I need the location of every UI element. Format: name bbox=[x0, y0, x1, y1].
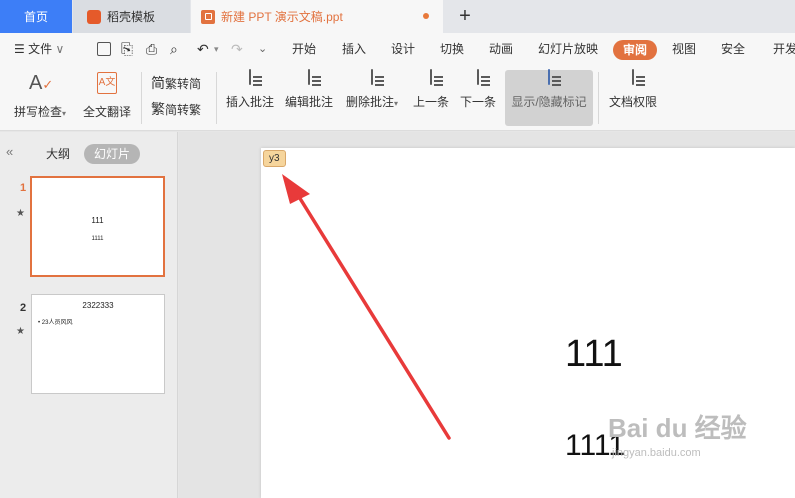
unsaved-dot-icon bbox=[423, 13, 429, 19]
print-icon[interactable]: ⎙ bbox=[146, 33, 157, 66]
menu-review[interactable]: 审阅 bbox=[613, 40, 658, 60]
thumb-bullet: • 23人员风风 bbox=[38, 320, 73, 326]
redo-icon[interactable]: ↷ bbox=[231, 33, 243, 66]
trad-simp-icon: 简 bbox=[151, 75, 165, 91]
comment-marker[interactable]: y3 bbox=[263, 150, 286, 167]
collapse-panel-icon[interactable]: « bbox=[6, 144, 13, 159]
title-bar: 首页 稻壳模板 新建 PPT 演示文稿.ppt + bbox=[0, 0, 795, 33]
document-rights-button[interactable]: 文档权限 bbox=[606, 69, 660, 126]
thumb-title: 111 bbox=[91, 216, 104, 225]
customize-chevron-icon[interactable]: ⌄ bbox=[258, 33, 267, 66]
slide-number: 1 bbox=[20, 182, 27, 194]
prev-comment-icon bbox=[430, 69, 432, 85]
translate-icon: A文 bbox=[97, 72, 117, 94]
slide-thumbnail[interactable]: 2322333 • 23人员风风 bbox=[31, 294, 165, 394]
insert-comment-icon bbox=[249, 69, 251, 85]
baidu-watermark: Bai du 经验 jingyan.baidu.com bbox=[608, 408, 747, 459]
thumb-title: 2322333 bbox=[82, 301, 114, 310]
file-menu-label: 文件 bbox=[28, 42, 53, 56]
menu-design[interactable]: 设计 bbox=[391, 33, 415, 66]
undo-dropdown-icon[interactable]: ▾ bbox=[214, 33, 219, 66]
menu-bar: ☰ 文件 ∨ ⎘ ⎙ ⌕ ↶ ▾ ↷ ⌄ 开始 插入 设计 切换 动画 幻灯片放… bbox=[0, 33, 795, 66]
trad-to-simp-label: 繁转简 bbox=[165, 77, 202, 91]
tab-home[interactable]: 首页 bbox=[0, 0, 72, 33]
tab-document-label: 新建 PPT 演示文稿.ppt bbox=[221, 10, 343, 24]
review-ribbon: A✓ 拼写检查▾ A文 全文翻译 简繁转简 繁简转繁 插入批注 编辑批注 删除批… bbox=[0, 66, 795, 131]
file-menu[interactable]: ☰ 文件 ∨ bbox=[14, 33, 64, 66]
menu-insert[interactable]: 插入 bbox=[342, 33, 366, 66]
menu-view[interactable]: 视图 bbox=[672, 33, 696, 66]
ribbon-separator bbox=[216, 72, 217, 124]
next-comment-icon bbox=[477, 69, 479, 85]
menu-animation[interactable]: 动画 bbox=[489, 33, 513, 66]
menu-start[interactable]: 开始 bbox=[292, 33, 316, 66]
prev-comment-button[interactable]: 上一条 bbox=[411, 69, 451, 126]
document-rights-label: 文档权限 bbox=[608, 95, 657, 109]
new-tab-plus-icon[interactable]: + bbox=[454, 5, 476, 28]
menu-developer[interactable]: 开发 bbox=[773, 33, 795, 66]
show-hide-markup-icon bbox=[548, 69, 550, 85]
delete-comment-label: 删除批注▾ bbox=[345, 95, 399, 109]
tab-slides[interactable]: 幻灯片 bbox=[84, 144, 141, 164]
document-rights-icon bbox=[632, 69, 634, 85]
menu-transition[interactable]: 切换 bbox=[440, 33, 464, 66]
save-icon[interactable] bbox=[97, 42, 111, 56]
spell-check-icon: A✓ bbox=[29, 72, 54, 94]
watermark-url: jingyan.baidu.com bbox=[612, 447, 701, 459]
simp-to-trad-label: 简转繁 bbox=[165, 103, 202, 117]
insert-comment-label: 插入批注 bbox=[225, 95, 274, 109]
slide-number: 2 bbox=[20, 302, 27, 314]
simp-trad-icon: 繁 bbox=[151, 101, 165, 117]
ribbon-separator bbox=[598, 72, 599, 124]
delete-comment-button[interactable]: 删除批注▾ bbox=[342, 69, 402, 126]
tab-document[interactable]: 新建 PPT 演示文稿.ppt bbox=[191, 0, 443, 33]
edit-comment-button[interactable]: 编辑批注 bbox=[283, 69, 335, 126]
spell-check-label: 拼写检查▾ bbox=[13, 105, 67, 119]
translate-button[interactable]: A文 全文翻译 bbox=[80, 70, 134, 126]
hamburger-icon: ☰ bbox=[14, 42, 25, 56]
spell-check-button[interactable]: A✓ 拼写检查▾ bbox=[10, 70, 70, 126]
delete-comment-icon bbox=[371, 69, 373, 85]
docer-icon bbox=[87, 9, 101, 24]
star-icon: ★ bbox=[16, 326, 25, 337]
star-icon: ★ bbox=[16, 208, 25, 219]
thumb-subtitle: 1111 bbox=[91, 236, 104, 242]
translate-label: 全文翻译 bbox=[82, 105, 131, 119]
chevron-down-icon: ∨ bbox=[55, 42, 65, 56]
watermark-brand: Bai du 经验 bbox=[608, 413, 747, 443]
next-comment-button[interactable]: 下一条 bbox=[458, 69, 498, 126]
show-hide-markup-button[interactable]: 显示/隐藏标记 bbox=[505, 69, 593, 126]
slide-thumbnail[interactable]: 111 1111 bbox=[30, 176, 165, 277]
slide-panel: « 大纲 幻灯片 1 ★ 111 1111 2 ★ 2322333 • 23人员… bbox=[0, 132, 178, 498]
show-hide-markup-label: 显示/隐藏标记 bbox=[511, 95, 587, 109]
slide-title[interactable]: 111 bbox=[565, 333, 623, 376]
trad-to-simp-button[interactable]: 简繁转简 bbox=[151, 72, 201, 94]
menu-security[interactable]: 安全 bbox=[721, 33, 745, 66]
print-preview-icon[interactable]: ⌕ bbox=[170, 33, 178, 66]
edit-comment-icon bbox=[308, 69, 310, 85]
tab-home-label: 首页 bbox=[23, 10, 48, 24]
undo-icon[interactable]: ↶ bbox=[197, 33, 209, 66]
simp-to-trad-button[interactable]: 繁简转繁 bbox=[151, 98, 201, 120]
ribbon-separator bbox=[141, 72, 142, 124]
export-icon[interactable]: ⎘ bbox=[121, 33, 133, 66]
tab-template-label: 稻壳模板 bbox=[107, 10, 156, 24]
menu-slideshow[interactable]: 幻灯片放映 bbox=[538, 33, 598, 66]
tab-outline[interactable]: 大纲 bbox=[46, 144, 70, 164]
next-comment-label: 下一条 bbox=[459, 95, 496, 109]
ppt-file-icon bbox=[201, 9, 215, 24]
prev-comment-label: 上一条 bbox=[412, 95, 449, 109]
insert-comment-button[interactable]: 插入批注 bbox=[224, 69, 276, 126]
edit-comment-label: 编辑批注 bbox=[284, 95, 333, 109]
tab-template[interactable]: 稻壳模板 bbox=[73, 0, 190, 33]
